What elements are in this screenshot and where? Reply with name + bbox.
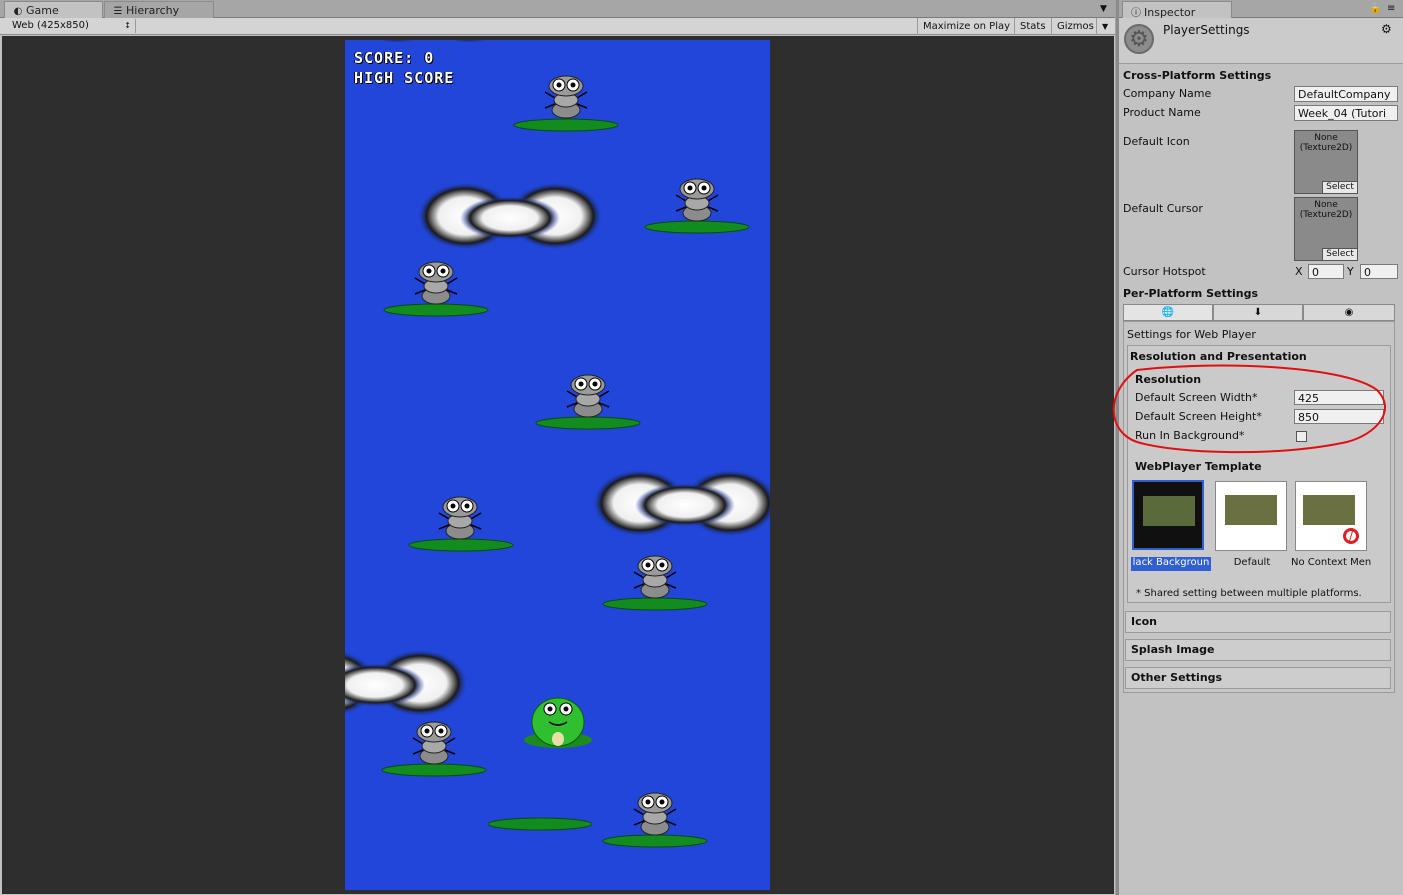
- webplayer-template-header: WebPlayer Template: [1135, 460, 1262, 473]
- settings-gear-icon: ⚙: [1124, 24, 1154, 54]
- cloud-2: [592, 469, 770, 537]
- select-button[interactable]: Select: [1322, 181, 1357, 193]
- bug-enemy: [633, 792, 677, 836]
- inspector-header: ⚙ PlayerSettings ⚙: [1119, 18, 1403, 64]
- template-preview-image: [1303, 495, 1355, 525]
- tab-game[interactable]: ◐ Game: [4, 1, 103, 18]
- game-scene: [345, 40, 770, 848]
- select-button[interactable]: Select: [1322, 248, 1357, 260]
- shared-setting-note: * Shared setting between multiple platfo…: [1136, 588, 1362, 599]
- template-preview-image: [1143, 496, 1195, 526]
- company-name-field[interactable]: DefaultCompany: [1294, 86, 1398, 102]
- settings-for-label: Settings for Web Player: [1127, 328, 1256, 341]
- web-icon: 🌐: [1161, 307, 1175, 318]
- gizmos-dropdown-icon[interactable]: ▼: [1096, 18, 1113, 35]
- per-platform-header: Per-Platform Settings: [1123, 287, 1259, 300]
- inspector-tabstrip: ⓘ Inspector 🔒 ≡: [1119, 0, 1403, 19]
- template-no-context-menu[interactable]: /: [1295, 481, 1367, 551]
- template-black-background[interactable]: [1132, 480, 1204, 550]
- frog-player: [524, 697, 592, 748]
- bug-enemy: [566, 374, 610, 418]
- hotspot-y-field[interactable]: 0: [1360, 264, 1398, 279]
- game-toolbar: Web (425x850) ↕ Maximize on Play Stats G…: [0, 18, 1115, 35]
- template-default[interactable]: [1215, 481, 1287, 551]
- inspector-title: PlayerSettings: [1163, 23, 1250, 37]
- lock-icon[interactable]: 🔒: [1369, 3, 1381, 14]
- default-icon-label: Default Icon: [1123, 135, 1190, 148]
- score-text: SCORE: 0: [354, 49, 435, 67]
- bug-enemy: [414, 261, 458, 305]
- tab-hierarchy[interactable]: ☰ Hierarchy: [104, 1, 214, 18]
- texture-none-text: None (Texture2D): [1299, 200, 1353, 220]
- game-tabstrip: ◐ Game ☰ Hierarchy ▼: [0, 0, 1115, 18]
- cloud-1: [417, 182, 603, 250]
- resolution-select[interactable]: Web (425x850) ↕: [6, 19, 136, 33]
- hotspot-x-label: X: [1295, 265, 1303, 278]
- no-entry-icon: /: [1343, 528, 1359, 544]
- template-preview-image: [1225, 495, 1277, 525]
- hotspot-y-label: Y: [1347, 265, 1354, 278]
- texture-none-text: None (Texture2D): [1299, 133, 1353, 153]
- hierarchy-icon: ☰: [113, 6, 123, 17]
- splash-image-section-foldout[interactable]: Splash Image: [1125, 639, 1391, 661]
- standalone-icon: ⬇: [1253, 307, 1263, 318]
- panel-menu-icon[interactable]: ▼: [1100, 4, 1107, 14]
- bug-enemy: [544, 75, 588, 119]
- dropdown-arrow-icon: ↕: [124, 21, 131, 30]
- tab-inspector[interactable]: ⓘ Inspector: [1122, 1, 1232, 19]
- bug-enemy: [438, 496, 482, 540]
- cross-platform-header: Cross-Platform Settings: [1123, 69, 1272, 82]
- template-label-default: Default: [1233, 557, 1271, 568]
- product-name-field[interactable]: Week_04 (Tutori: [1294, 105, 1398, 121]
- other-settings-section-foldout[interactable]: Other Settings: [1125, 667, 1391, 689]
- mobile-icon: ◉: [1344, 307, 1354, 318]
- bug-enemy: [633, 555, 677, 599]
- platform-tab-mobile[interactable]: ◉: [1303, 304, 1395, 321]
- hotspot-x-field[interactable]: 0: [1308, 264, 1344, 279]
- default-cursor-label: Default Cursor: [1123, 202, 1203, 215]
- template-label-no-context-menu: No Context Men: [1291, 557, 1371, 568]
- panel-menu-icon[interactable]: ≡: [1387, 3, 1395, 14]
- cloud-3: [345, 649, 468, 717]
- maximize-on-play-button[interactable]: Maximize on Play: [917, 18, 1015, 35]
- inspector-panel: ⓘ Inspector 🔒 ≡ ⚙ PlayerSettings ⚙ Cross-…: [1112, 0, 1403, 895]
- game-panel: ◐ Game ☰ Hierarchy ▼ Web (425x850) ↕ Maxim…: [0, 0, 1115, 895]
- stats-button[interactable]: Stats: [1014, 18, 1051, 35]
- cloud-top: [358, 40, 508, 44]
- platform-tab-web[interactable]: 🌐: [1123, 304, 1213, 321]
- game-icon: ◐: [13, 6, 23, 17]
- red-annotation-circle: [1112, 364, 1387, 454]
- product-name-label: Product Name: [1123, 106, 1201, 119]
- cursor-hotspot-label: Cursor Hotspot: [1123, 265, 1206, 278]
- gear-icon[interactable]: ⚙: [1381, 22, 1392, 36]
- default-icon-texture[interactable]: None (Texture2D) Select: [1294, 130, 1358, 194]
- platform-tab-standalone[interactable]: ⬇: [1213, 304, 1303, 321]
- game-view[interactable]: SCORE: 0 HIGH SCORE: [345, 40, 770, 890]
- default-cursor-texture[interactable]: None (Texture2D) Select: [1294, 197, 1358, 261]
- bug-enemy: [675, 178, 719, 222]
- gizmos-button[interactable]: Gizmos: [1051, 18, 1099, 35]
- icon-section-foldout[interactable]: Icon: [1125, 611, 1391, 633]
- company-name-label: Company Name: [1123, 87, 1212, 100]
- high-score-text: HIGH SCORE: [354, 69, 455, 87]
- info-icon: ⓘ: [1131, 8, 1141, 19]
- bug-enemy: [412, 721, 456, 765]
- template-label-black-background: lack Backgroun: [1131, 557, 1211, 571]
